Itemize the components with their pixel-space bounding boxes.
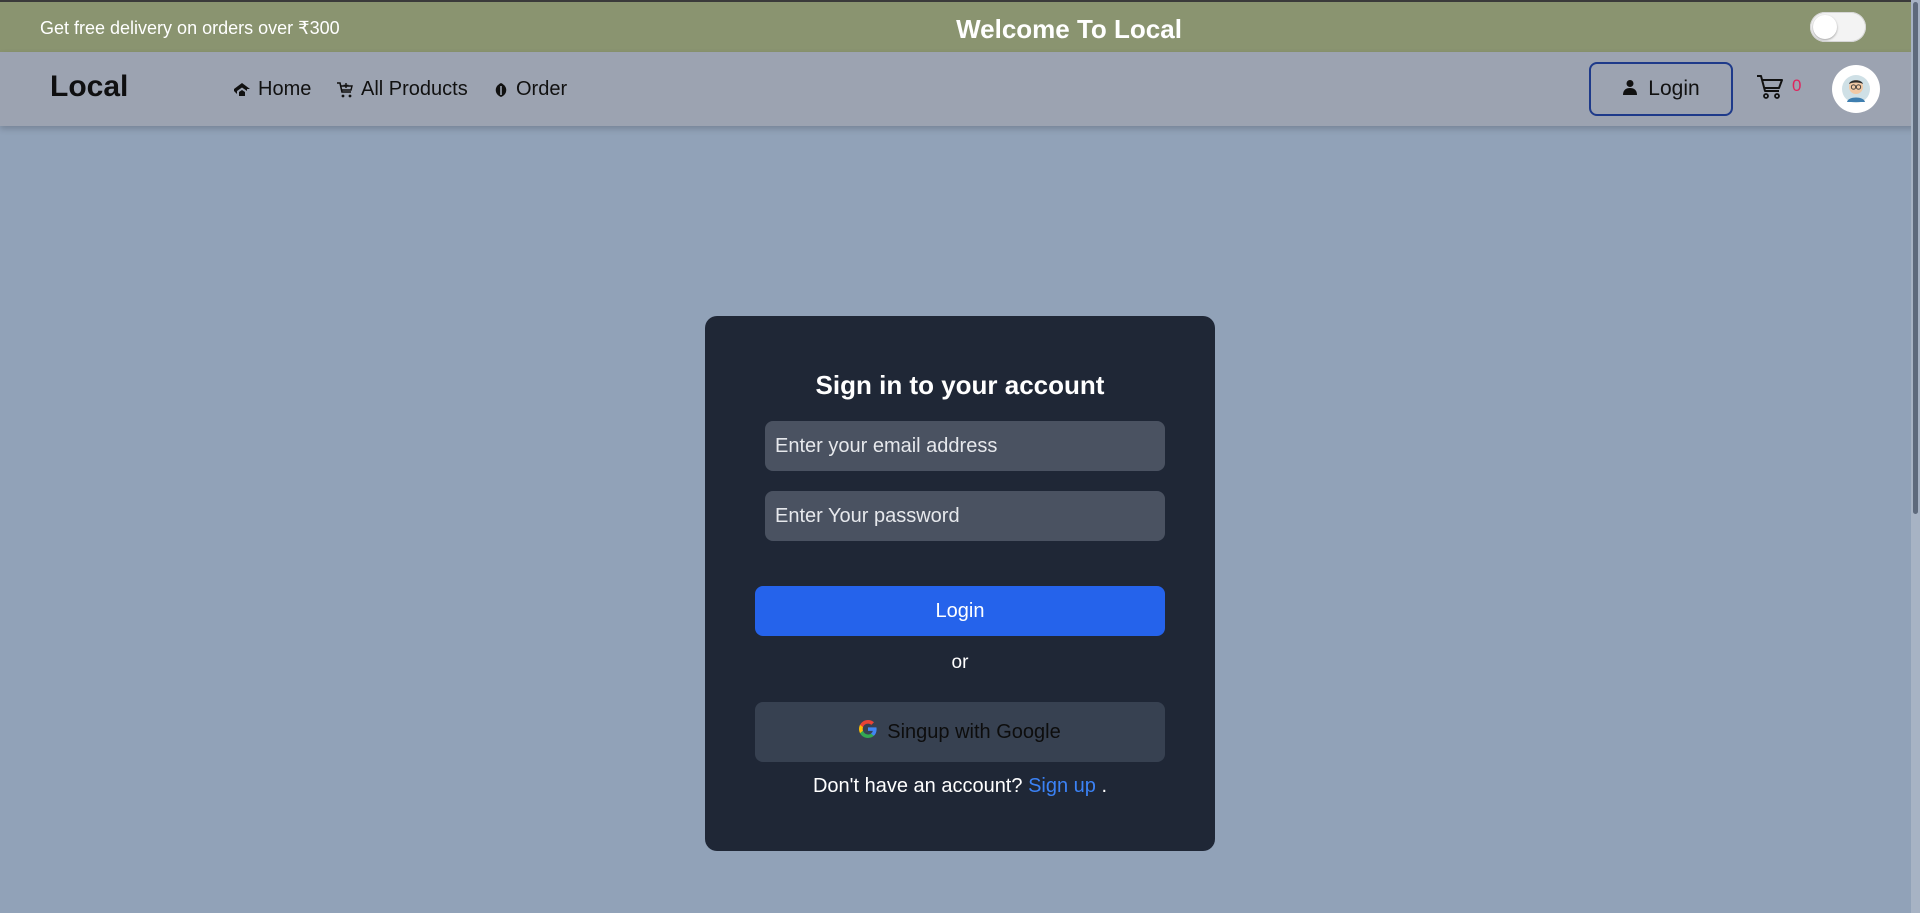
user-icon [1622,77,1638,101]
header-login-button[interactable]: Login [1589,62,1733,116]
cart-count-badge: 0 [1792,76,1802,95]
no-account-text: Don't have an account? [812,775,1023,797]
trailing-period: . [1101,775,1108,797]
or-divider-text: or [951,652,969,673]
nav-all-products[interactable]: All Products [336,78,468,101]
login-submit-button[interactable]: Login [755,586,1165,636]
login-card: Sign in to your account Login or Singup … [705,316,1215,851]
login-title: Sign in to your account [815,370,1105,400]
signup-prompt: Don't have an account? Sign up . [705,775,1215,798]
nav-order[interactable]: Order [493,78,567,101]
user-avatar[interactable] [1832,65,1880,113]
email-field[interactable] [765,421,1165,471]
shopping-cart-icon [1756,74,1784,105]
cart-add-icon [336,81,354,99]
avatar-icon [1842,75,1870,103]
header-login-label: Login [1648,77,1700,100]
page-scrollbar[interactable] [1911,0,1920,913]
order-icon [493,82,509,98]
nav-home-label: Home [258,78,312,100]
navbar: Local Home All Products Order Login 0 [0,52,1920,126]
google-icon [859,720,877,744]
brand-logo[interactable]: Local [50,70,128,104]
nav-home[interactable]: Home [233,78,311,101]
signup-link[interactable]: Sign up [1028,775,1096,797]
toggle-knob [1813,15,1837,39]
theme-toggle[interactable] [1810,12,1866,42]
google-signup-button[interactable]: Singup with Google [755,702,1165,762]
cart-button[interactable]: 0 [1756,74,1816,106]
nav-order-label: Order [516,78,568,100]
home-icon [233,82,251,98]
welcome-title: Welcome To Local [956,14,1182,44]
top-banner: Get free delivery on orders over ₹300 We… [0,0,1920,52]
google-signup-label: Singup with Google [887,720,1061,743]
nav-all-products-label: All Products [361,78,468,100]
scrollbar-thumb[interactable] [1913,2,1918,514]
password-field[interactable] [765,491,1165,541]
